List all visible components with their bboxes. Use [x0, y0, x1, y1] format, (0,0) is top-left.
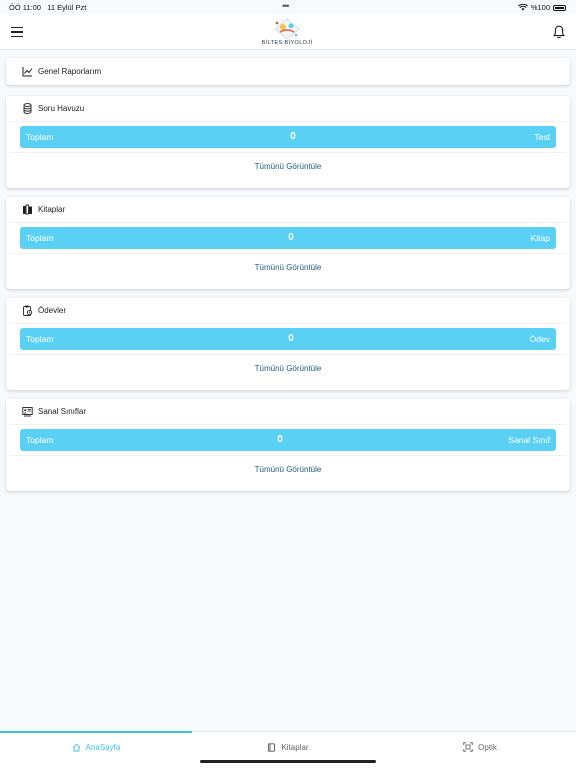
tab-label: Optik — [478, 742, 497, 752]
book-icon — [268, 742, 276, 752]
wifi-icon — [517, 4, 528, 11]
tab-label: Kitaplar — [281, 742, 309, 752]
stat-bar: Toplam 0 Ödev — [20, 328, 556, 350]
card-title: Sanal Sınıflar — [38, 407, 87, 416]
card-header: Soru Havuzu — [10, 96, 566, 122]
logo-text: BİLTES BİYOLOJİ — [261, 40, 313, 46]
stat-unit: Sanal Sınıf — [508, 435, 550, 445]
tab-home[interactable]: AnaSayfa — [0, 731, 192, 762]
question-pool-card: Soru Havuzu Toplam 0 Test Tümünü Görüntü… — [6, 96, 570, 188]
general-reports-header: Genel Raporlarım — [10, 58, 566, 85]
stat-unit: Test — [534, 132, 550, 142]
battery-icon — [553, 4, 566, 11]
tab-books[interactable]: Kitaplar — [192, 732, 384, 762]
database-icon — [23, 103, 32, 114]
stat-total-label: Toplam — [26, 435, 54, 445]
stat-unit: Ödev — [529, 334, 550, 344]
stat-bar: Toplam 0 Sanal Sınıf — [20, 429, 556, 451]
app-header: BİLTES BİYOLOJİ — [0, 14, 576, 50]
view-all-link[interactable]: Tümünü Görüntüle — [6, 355, 570, 383]
card-title: Kitaplar — [38, 205, 66, 214]
stat-unit: Kitap — [530, 233, 550, 243]
general-reports-card[interactable]: Genel Raporlarım — [6, 58, 570, 85]
general-reports-label: Genel Raporlarım — [38, 67, 102, 76]
stat-count: 0 — [288, 333, 294, 344]
status-bar: ÖÖ 11:00 11 Eylül Pzt ••• %100 — [0, 0, 576, 14]
stat-count: 0 — [290, 131, 296, 142]
card-header: Ödevler — [10, 298, 566, 324]
status-time: ÖÖ 11:00 11 Eylül Pzt — [9, 3, 87, 12]
tab-optik[interactable]: Optik — [384, 732, 576, 762]
multitask-dots-icon[interactable]: ••• — [282, 1, 290, 11]
bell-icon[interactable] — [553, 25, 565, 39]
view-all-link[interactable]: Tümünü Görüntüle — [6, 153, 570, 181]
status-right: %100 — [517, 3, 566, 12]
stat-bar: Toplam 0 Kitap — [20, 227, 556, 249]
stat-total-label: Toplam — [26, 334, 54, 344]
card-header: Kitaplar — [10, 197, 566, 223]
books-card: Kitaplar Toplam 0 Kitap Tümünü Görüntüle — [6, 197, 570, 289]
battery-percent: %100 — [530, 3, 550, 12]
stat-bar: Toplam 0 Test — [20, 126, 556, 148]
tab-label: AnaSayfa — [85, 742, 121, 752]
virtual-classes-card: Sanal Sınıflar Toplam 0 Sanal Sınıf Tümü… — [6, 399, 570, 491]
books-icon — [23, 204, 32, 215]
hamburger-icon[interactable] — [11, 27, 23, 37]
classroom-icon — [22, 407, 33, 417]
view-all-link[interactable]: Tümünü Görüntüle — [6, 456, 570, 484]
stat-count: 0 — [277, 434, 283, 445]
stat-count: 0 — [288, 232, 294, 243]
home-icon — [72, 743, 80, 751]
card-header: Sanal Sınıflar — [10, 399, 566, 425]
stat-total-label: Toplam — [26, 233, 54, 243]
card-title: Ödevler — [38, 306, 67, 315]
stat-total-label: Toplam — [26, 132, 54, 142]
scan-icon — [463, 742, 473, 752]
line-chart-icon — [22, 67, 33, 77]
view-all-link[interactable]: Tümünü Görüntüle — [6, 254, 570, 282]
app-logo: BİLTES BİYOLOJİ — [257, 18, 317, 50]
logo-emblem-icon — [274, 18, 300, 40]
home-indicator[interactable] — [200, 760, 376, 763]
assignments-card: Ödevler Toplam 0 Ödev Tümünü Görüntüle — [6, 298, 570, 390]
card-title: Soru Havuzu — [38, 104, 85, 113]
clipboard-icon — [23, 305, 33, 316]
